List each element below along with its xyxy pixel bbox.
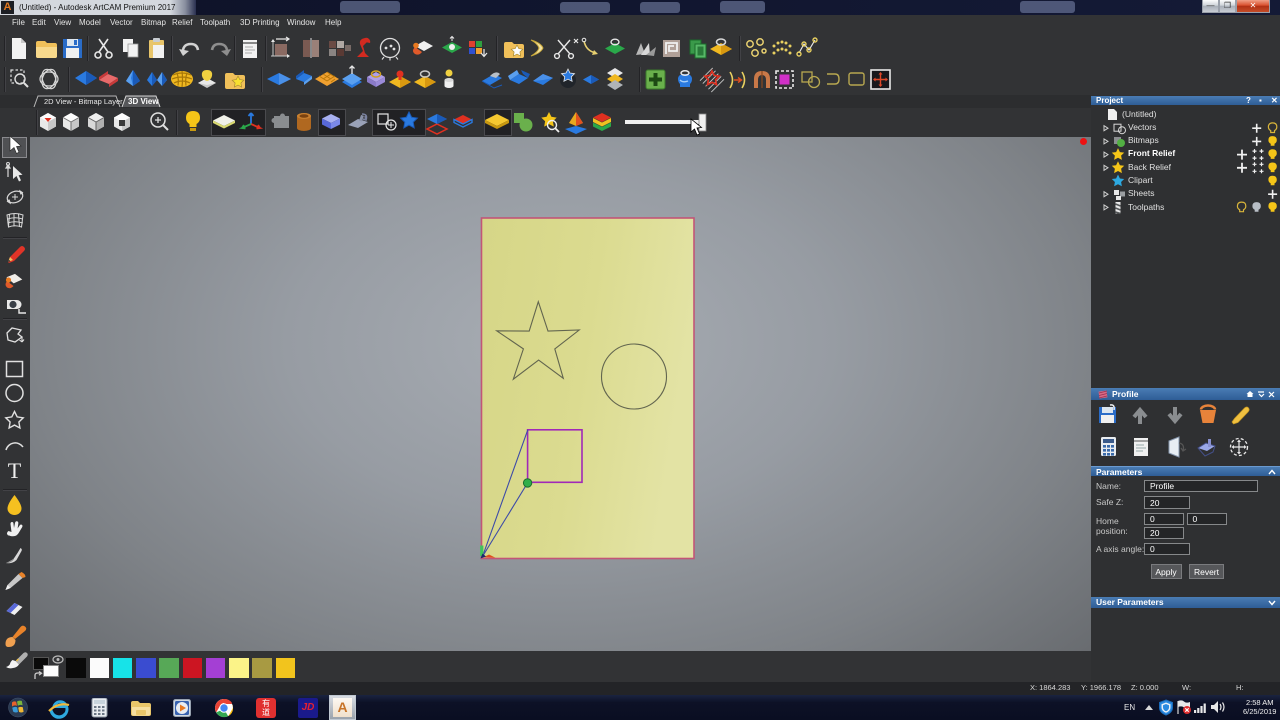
svg-text:T: T bbox=[8, 458, 22, 483]
